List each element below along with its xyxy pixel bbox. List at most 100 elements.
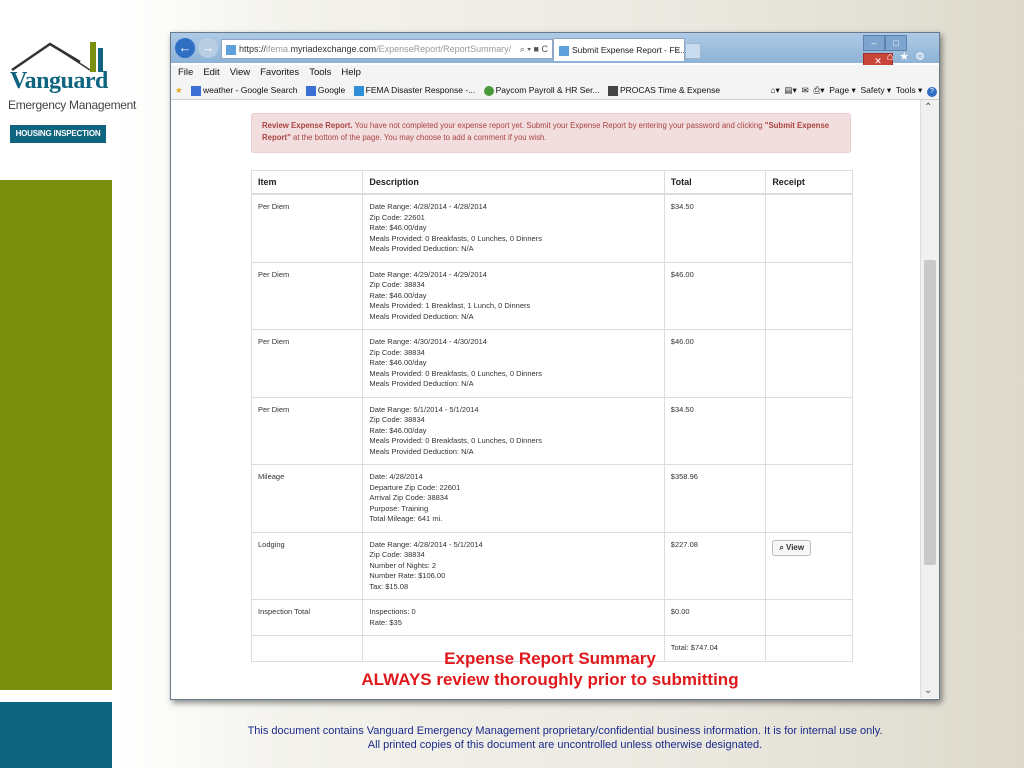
- tab-title: Submit Expense Report - FE...: [572, 45, 685, 55]
- description-line: Date Range: 4/28/2014 - 5/1/2014: [369, 539, 483, 549]
- description-line: Date Range: 4/28/2014 - 4/28/2014: [369, 202, 487, 211]
- confidentiality-footer: This document contains Vanguard Emergenc…: [230, 724, 900, 752]
- scrollbar-thumb[interactable]: [924, 260, 936, 565]
- description-line: Meals Provided: 0 Breakfasts, 0 Lunches,…: [369, 233, 542, 243]
- forward-arrow-icon: →: [201, 40, 215, 55]
- cell-receipt: [765, 329, 853, 398]
- description-line: Date Range: 4/29/2014 - 4/29/2014: [369, 269, 487, 279]
- description-line: Meals Provided Deduction: N/A: [369, 446, 474, 456]
- home-icon[interactable]: ⌂: [887, 51, 900, 63]
- minimize-button[interactable]: –: [863, 35, 885, 51]
- page-menu[interactable]: Page ▾: [829, 85, 855, 95]
- command-bar: ⌂▾ ▤▾ ✉ ⎙▾ Page ▾ Safety ▾ Tools ▾ ?: [770, 81, 937, 99]
- description-line: Departure Zip Code: 22601: [369, 482, 461, 492]
- cell-total: $358.96: [663, 464, 767, 533]
- gear-icon[interactable]: ⚙: [915, 51, 931, 63]
- cell-receipt: [765, 193, 853, 263]
- home-icon[interactable]: ⌂▾: [770, 85, 779, 95]
- back-button[interactable]: ←: [175, 38, 195, 58]
- header-total: Total: [663, 170, 767, 195]
- cell-total: $34.50: [663, 193, 767, 263]
- menu-file[interactable]: File: [178, 67, 193, 78]
- google-icon: [305, 85, 316, 96]
- menu-favorites[interactable]: Favorites: [260, 67, 299, 78]
- cell-description: Date Range: 4/30/2014 - 4/30/2014 Zip Cod…: [362, 329, 665, 398]
- print-icon[interactable]: ⎙▾: [813, 85, 824, 95]
- menu-help[interactable]: Help: [341, 67, 361, 78]
- cell-item: Per Diem: [250, 193, 364, 263]
- feeds-icon[interactable]: ▤▾: [785, 85, 797, 95]
- description-line: Arrival Zip Code: 38834: [369, 493, 449, 502]
- menu-bar: File Edit View Favorites Tools Help: [171, 65, 939, 81]
- safety-menu[interactable]: Safety ▾: [860, 85, 891, 95]
- cell-description: Date Range: 4/28/2014 - 5/1/2014 Zip Code…: [362, 531, 665, 600]
- cell-total: $227.08: [663, 531, 767, 600]
- description-line: Rate: $46.00/day: [369, 358, 427, 367]
- url-prefix: https://: [239, 44, 267, 54]
- favorite-link-google[interactable]: Google: [305, 85, 345, 96]
- table-row: Per Diem Date Range: 4/29/2014 - 4/29/201…: [250, 261, 853, 330]
- logo-brand-text: Vanguard: [10, 68, 108, 94]
- cell-item: Per Diem: [250, 396, 364, 465]
- cell-description: Date: 4/28/2014 Departure Zip Code: 22601…: [362, 464, 665, 533]
- favorite-link-weather[interactable]: weather - Google Search: [191, 85, 298, 96]
- description-line: Number Rate: $106.00: [369, 571, 446, 580]
- description-line: Date Range: 4/30/2014 - 4/30/2014: [369, 337, 487, 346]
- cell-description: Date Range: 4/28/2014 - 4/28/2014 Zip Cod…: [362, 193, 665, 263]
- favorite-link-fema[interactable]: FEMA Disaster Response -...: [353, 85, 475, 96]
- cell-receipt: ⌕ View: [765, 531, 853, 600]
- vanguard-logo: Vanguard Emergency Management HOUSING IN…: [6, 40, 136, 156]
- cell-receipt: [765, 464, 853, 533]
- ie-page-icon: [353, 85, 364, 96]
- procas-icon: [607, 85, 618, 96]
- forward-button[interactable]: →: [198, 38, 218, 58]
- review-alert: Review Expense Report. You have not comp…: [251, 113, 851, 153]
- tools-menu[interactable]: Tools ▾: [896, 85, 922, 95]
- cell-total: $0.00: [663, 599, 767, 636]
- footer-line-1: This document contains Vanguard Emergenc…: [247, 725, 883, 737]
- url-domain: myriadexchange.com: [290, 44, 377, 54]
- close-tab-icon[interactable]: ×: [675, 39, 680, 61]
- teal-accent-bar: [0, 702, 112, 768]
- menu-view[interactable]: View: [230, 67, 250, 78]
- scroll-up-icon[interactable]: ⌃: [924, 102, 932, 113]
- maximize-button[interactable]: □: [885, 35, 907, 51]
- description-line: Number of Nights: 2: [369, 560, 437, 570]
- alert-text: You have not completed your expense repo…: [352, 121, 765, 130]
- favorite-link-procas[interactable]: PROCAS Time & Expense: [607, 85, 720, 96]
- description-line: Rate: $46.00/day: [369, 425, 427, 435]
- green-accent-bar: [0, 180, 112, 690]
- favorite-link-paycom[interactable]: Paycom Payroll & HR Ser...: [483, 85, 600, 96]
- table-row: Per Diem Date Range: 5/1/2014 - 5/1/2014 Z…: [250, 396, 853, 465]
- favorites-star-icon[interactable]: ★: [899, 51, 915, 63]
- description-line: Rate: $35: [369, 617, 402, 627]
- description-line: Rate: $46.00/day: [369, 223, 427, 232]
- favorites-star-icon[interactable]: ★: [175, 85, 183, 95]
- url-path: /ExpenseReport/ReportSummary/: [376, 44, 512, 54]
- table-row: Per Diem Date Range: 4/30/2014 - 4/30/201…: [250, 329, 853, 398]
- header-description: Description: [362, 170, 665, 195]
- description-line: Meals Provided Deduction: N/A: [369, 379, 474, 388]
- cell-item: Lodging: [250, 531, 364, 600]
- back-arrow-icon: ←: [178, 40, 192, 55]
- cell-total: $46.00: [663, 261, 767, 330]
- header-receipt: Receipt: [765, 170, 853, 195]
- address-bar-controls[interactable]: ⌕ ▾ ■ C: [520, 40, 548, 58]
- menu-edit[interactable]: Edit: [203, 67, 219, 78]
- cell-receipt: [765, 396, 853, 465]
- new-tab-button[interactable]: [685, 43, 701, 59]
- vertical-scrollbar[interactable]: ⌃ ⌄: [920, 100, 939, 698]
- table-row: Inspection Total Inspections: 0 Rate: $35 $…: [250, 599, 853, 636]
- address-bar[interactable]: https://ifema.myriadexchange.com/Expense…: [221, 39, 553, 59]
- menu-tools[interactable]: Tools: [309, 67, 331, 78]
- tab-favicon-icon: [559, 45, 569, 56]
- mail-icon[interactable]: ✉: [802, 85, 809, 95]
- description-line: Zip Code: 38834: [369, 415, 425, 424]
- tab-submit-expense-report[interactable]: Submit Expense Report - FE... ×: [553, 38, 685, 61]
- view-receipt-button[interactable]: ⌕ View: [772, 539, 812, 556]
- description-line: Date: 4/28/2014: [369, 472, 423, 481]
- description-line: Date Range: 5/1/2014 - 5/1/2014: [369, 404, 479, 414]
- help-icon[interactable]: ?: [927, 87, 937, 97]
- table-row: Lodging Date Range: 4/28/2014 - 5/1/2014 Z…: [250, 531, 853, 600]
- cell-total: $46.00: [663, 329, 767, 398]
